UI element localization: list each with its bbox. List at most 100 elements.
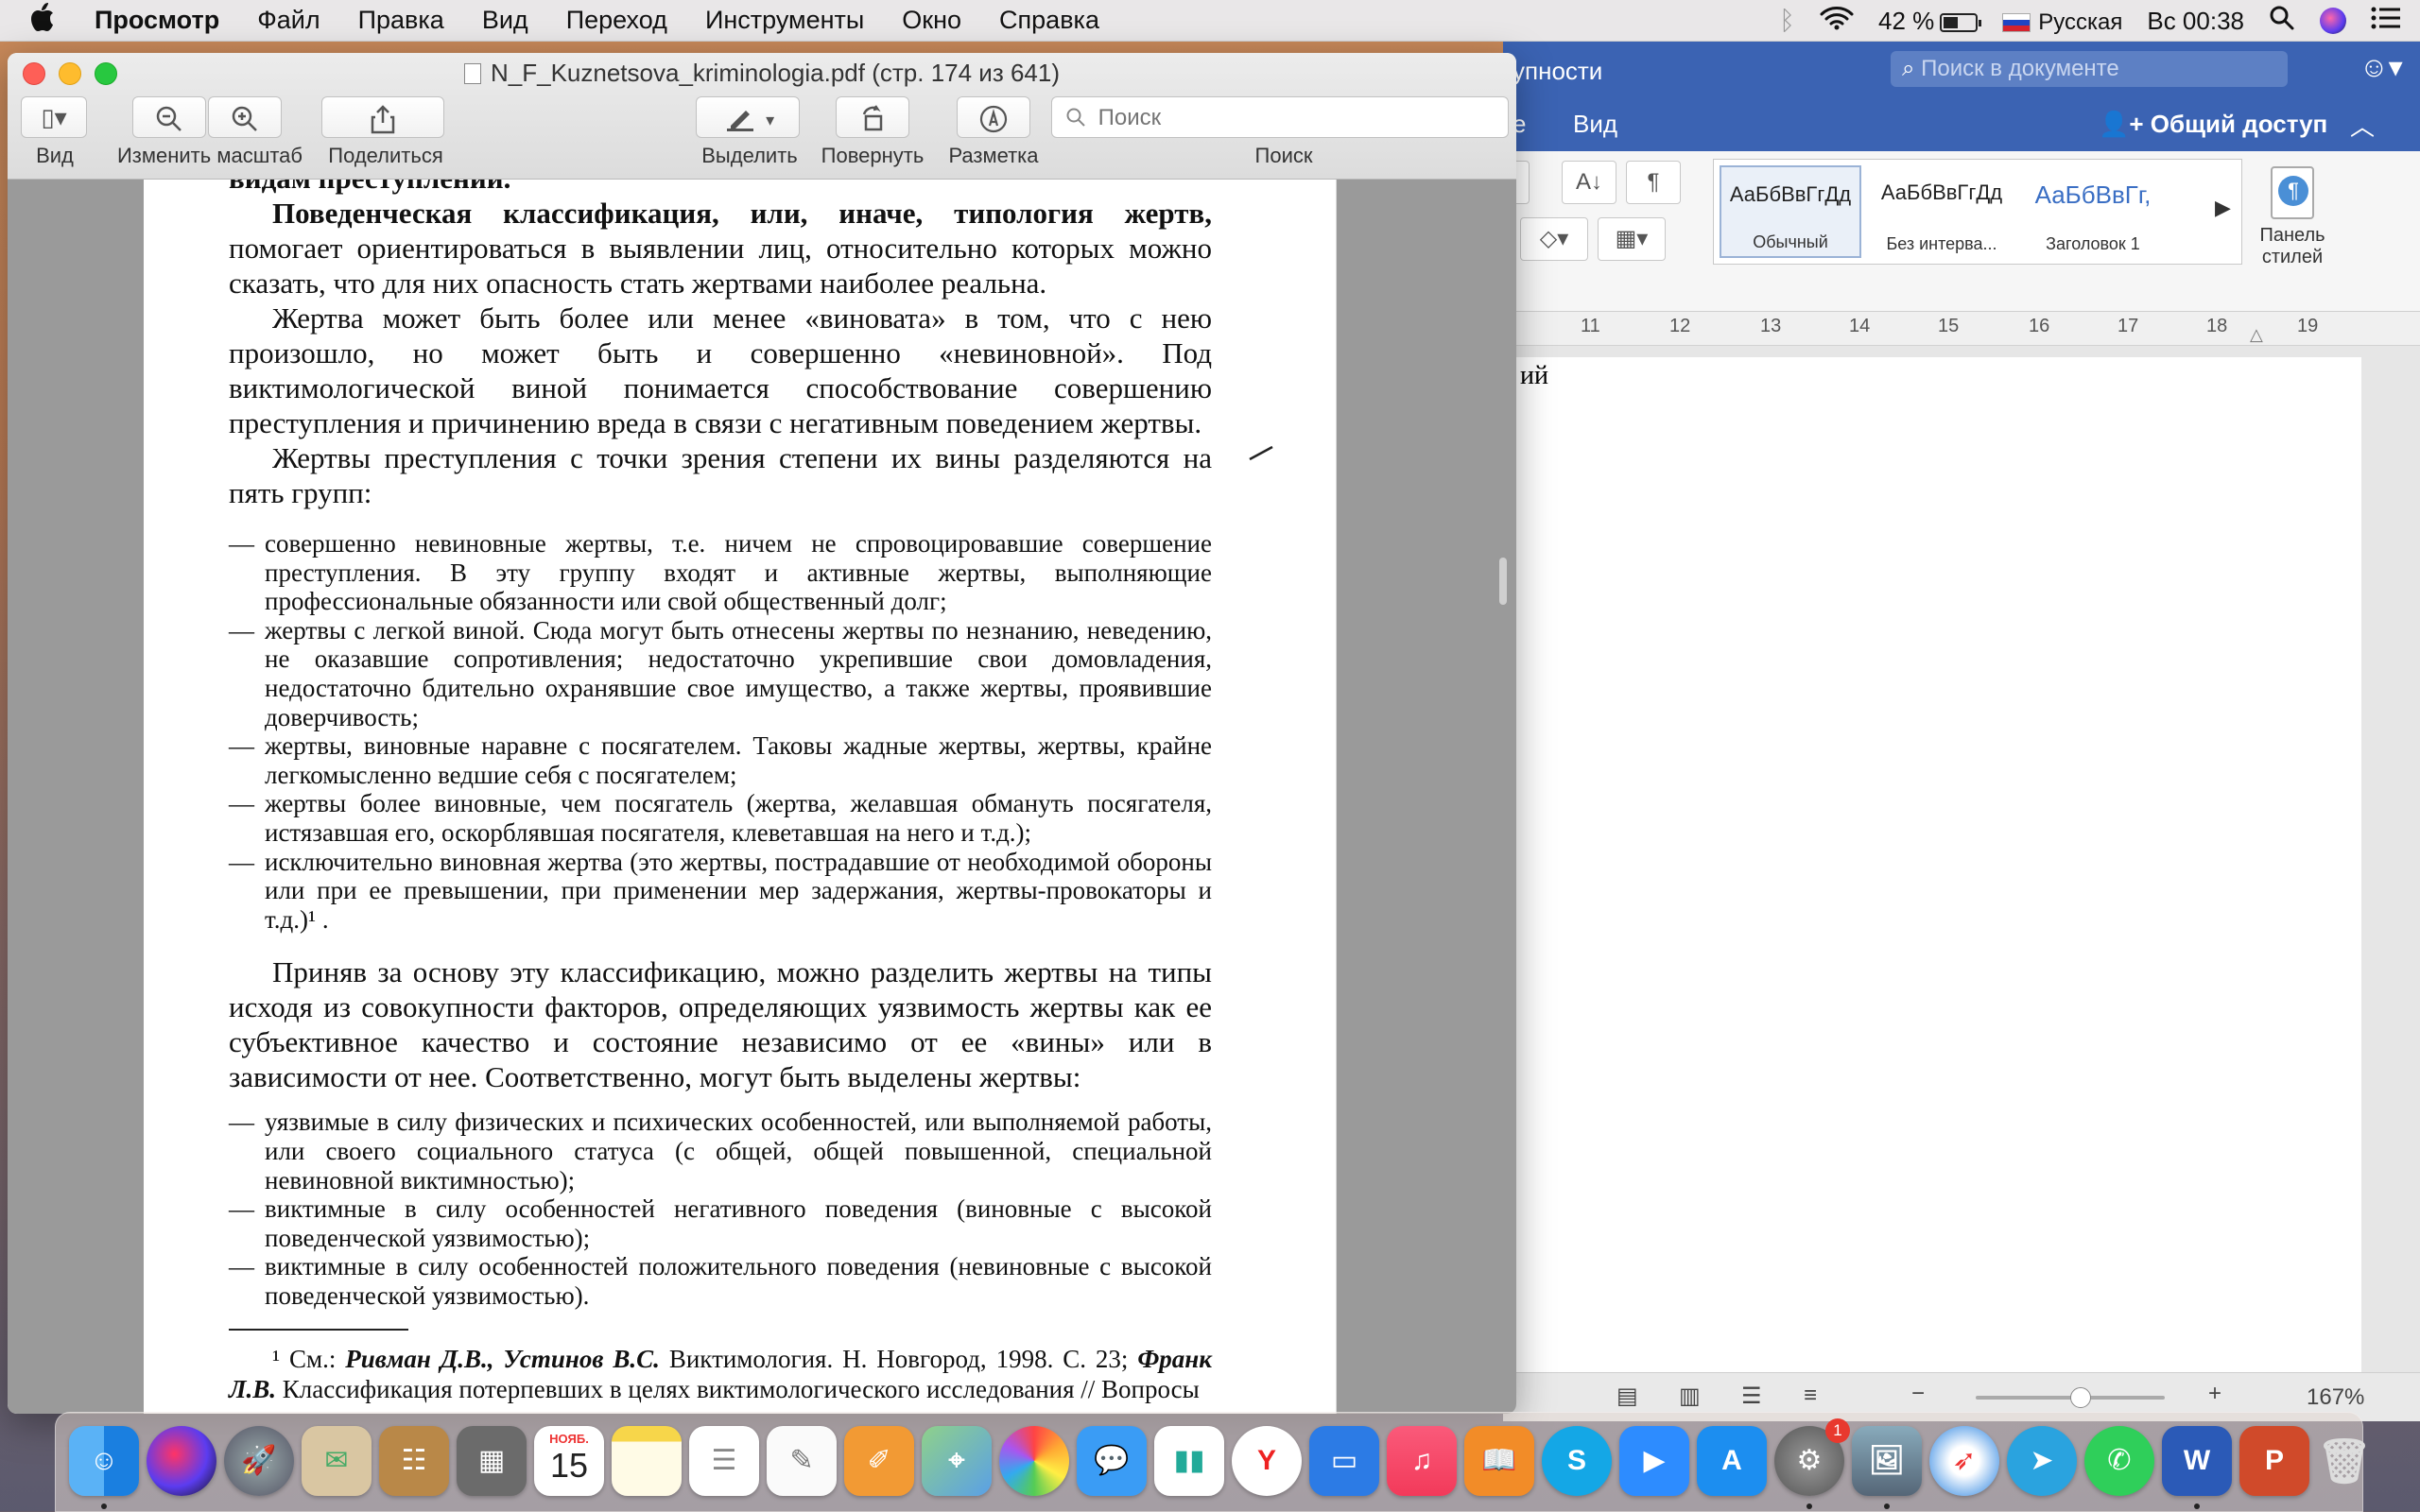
- gallery-more-icon[interactable]: ▶: [2215, 196, 2231, 220]
- apple-menu-icon[interactable]: [9, 2, 76, 39]
- notification-center-icon[interactable]: [2371, 6, 2401, 37]
- style-no-spacing[interactable]: АаБбВвГгДд Без интерва...: [1871, 165, 2013, 258]
- word-ribbon-tabs: е Вид 👤+ Общий доступ ︿: [1503, 98, 2420, 151]
- list-item: уязвимые в силу физических и психических…: [229, 1108, 1212, 1194]
- skype-icon[interactable]: S: [1542, 1426, 1612, 1496]
- menu-app-name[interactable]: Просмотр: [76, 6, 238, 35]
- close-button[interactable]: [23, 62, 45, 85]
- share-button[interactable]: [321, 96, 444, 138]
- horizontal-ruler[interactable]: 11 12 13 14 15 16 17 18 19 △: [1503, 312, 2420, 346]
- style-normal[interactable]: АаБбВвГгДд Обычный: [1720, 165, 1861, 258]
- ruler-number: 15: [1938, 316, 1960, 336]
- zoom-level[interactable]: 167%: [2307, 1384, 2364, 1411]
- menu-tools[interactable]: Инструменты: [686, 6, 883, 35]
- telegram-icon[interactable]: ➤: [2007, 1426, 2077, 1496]
- web-layout-icon[interactable]: ▥: [1679, 1383, 1701, 1410]
- contacts-icon[interactable]: ☷: [379, 1426, 449, 1496]
- menu-go[interactable]: Переход: [547, 6, 686, 35]
- smiley-feedback-icon[interactable]: ☺▾: [2360, 51, 2403, 84]
- share-button[interactable]: 👤+ Общий доступ: [2099, 110, 2327, 139]
- trash-icon[interactable]: 🗑: [2309, 1426, 2379, 1496]
- messages-icon[interactable]: 💬: [1077, 1426, 1147, 1496]
- input-source[interactable]: Русская: [2002, 7, 2122, 36]
- word-window: упности ⌕ Поиск в документе ☺▾ е Вид 👤+ …: [1475, 42, 2420, 1421]
- styles-gallery: АаБбВвГгДд Обычный АаБбВвГгДд Без интерв…: [1713, 159, 2242, 265]
- reminders-icon[interactable]: ☰: [689, 1426, 759, 1496]
- search-field[interactable]: [1051, 96, 1509, 138]
- preview-icon[interactable]: 🖼: [1852, 1426, 1922, 1496]
- safari-icon[interactable]: ➶: [1929, 1426, 1999, 1496]
- shading-button[interactable]: ◇▾: [1520, 217, 1588, 261]
- siri-icon[interactable]: [2320, 8, 2346, 34]
- pdf-page[interactable]: видам преступлений. Поведенческая класси…: [144, 180, 1337, 1414]
- zoom-in-button[interactable]: [208, 96, 282, 138]
- menu-edit[interactable]: Правка: [339, 6, 463, 35]
- spotlight-icon[interactable]: [2269, 5, 2295, 38]
- calculator-icon[interactable]: ▦: [457, 1426, 527, 1496]
- borders-button[interactable]: ▦▾: [1598, 217, 1666, 261]
- collapse-ribbon-icon[interactable]: ︿: [2350, 108, 2375, 143]
- photos-icon[interactable]: [999, 1426, 1069, 1496]
- ruler-number: 17: [2118, 316, 2139, 336]
- powerpoint-icon[interactable]: P: [2239, 1426, 2309, 1496]
- battery-status[interactable]: 42 %: [1877, 6, 1982, 36]
- menu-file[interactable]: Файл: [238, 6, 338, 35]
- zoom-icon[interactable]: ▶: [1619, 1426, 1689, 1496]
- clock[interactable]: Вс 00:38: [2147, 7, 2244, 36]
- rotate-button[interactable]: [836, 96, 909, 138]
- system-preferences-icon[interactable]: ⚙ 1: [1774, 1418, 1850, 1496]
- word-page[interactable]: ий: [1503, 357, 2361, 1416]
- finder-icon[interactable]: ☺: [69, 1426, 139, 1496]
- word-icon[interactable]: W: [2162, 1426, 2232, 1496]
- tab-view[interactable]: Вид: [1573, 110, 1617, 139]
- minimize-button[interactable]: [59, 62, 81, 85]
- highlight-button[interactable]: ▾: [696, 96, 800, 138]
- maps-icon[interactable]: ⌖: [922, 1426, 992, 1496]
- zoom-label: Изменить масштаб: [116, 144, 303, 167]
- document-viewport[interactable]: видам преступлений. Поведенческая класси…: [8, 180, 1516, 1414]
- mail-stamp-icon[interactable]: ✉: [302, 1426, 372, 1496]
- menu-view[interactable]: Вид: [463, 6, 547, 35]
- pilcrow-button[interactable]: ¶: [1626, 161, 1681, 204]
- zoom-out-icon[interactable]: −: [1911, 1381, 1925, 1407]
- music-icon[interactable]: ♫: [1387, 1426, 1457, 1496]
- sidebar-view-button[interactable]: ▯▾: [21, 96, 87, 138]
- scrollbar-thumb[interactable]: [1499, 558, 1507, 605]
- textedit-icon[interactable]: ✎: [767, 1426, 837, 1496]
- sort-button[interactable]: A↓: [1562, 161, 1616, 204]
- app-store-icon[interactable]: A: [1697, 1426, 1767, 1496]
- battery-percent: 42 %: [1877, 6, 1935, 35]
- markup-button[interactable]: [957, 96, 1030, 138]
- menu-help[interactable]: Справка: [980, 6, 1118, 35]
- siri-icon[interactable]: [147, 1426, 216, 1496]
- search-icon: ⌕: [1902, 56, 1915, 81]
- launchpad-icon[interactable]: 🚀: [224, 1426, 294, 1496]
- pages-icon[interactable]: ✐: [844, 1426, 914, 1496]
- pdf-bold-term: Поведенческая классификация, или, иначе,…: [272, 197, 1212, 230]
- search-input[interactable]: [1098, 105, 1477, 131]
- wifi-icon[interactable]: [1820, 6, 1854, 37]
- numbers-icon[interactable]: ▮▮: [1154, 1426, 1224, 1496]
- bluetooth-icon[interactable]: ᛒ: [1779, 6, 1795, 36]
- yandex-browser-icon[interactable]: Y: [1232, 1426, 1302, 1496]
- outline-view-icon[interactable]: ☰: [1741, 1383, 1762, 1410]
- running-indicator: [2194, 1503, 2200, 1509]
- draft-view-icon[interactable]: ≡: [1804, 1383, 1817, 1409]
- style-heading-1[interactable]: АаБбВвГг, Заголовок 1: [2022, 165, 2164, 258]
- styles-pane-button[interactable]: Панель стилей: [2250, 159, 2335, 301]
- whatsapp-icon[interactable]: ✆: [2084, 1426, 2154, 1496]
- right-indent-marker-icon[interactable]: △: [2250, 325, 2263, 345]
- fullscreen-button[interactable]: [95, 62, 117, 85]
- menu-window[interactable]: Окно: [883, 6, 980, 35]
- notes-icon[interactable]: [612, 1426, 682, 1496]
- zoom-slider[interactable]: [1976, 1387, 2165, 1408]
- word-search-field[interactable]: ⌕ Поиск в документе: [1891, 51, 2288, 87]
- zoom-out-button[interactable]: [132, 96, 206, 138]
- keynote-icon[interactable]: ▭: [1309, 1426, 1379, 1496]
- zoom-in-icon[interactable]: +: [2208, 1381, 2221, 1407]
- add-person-icon: 👤+: [2099, 110, 2151, 138]
- calendar-icon[interactable]: НОЯБ. 15: [534, 1426, 604, 1496]
- chevron-down-icon[interactable]: ▾: [766, 111, 774, 129]
- print-layout-icon[interactable]: ▤: [1616, 1383, 1638, 1410]
- books-icon[interactable]: 📖: [1464, 1426, 1534, 1496]
